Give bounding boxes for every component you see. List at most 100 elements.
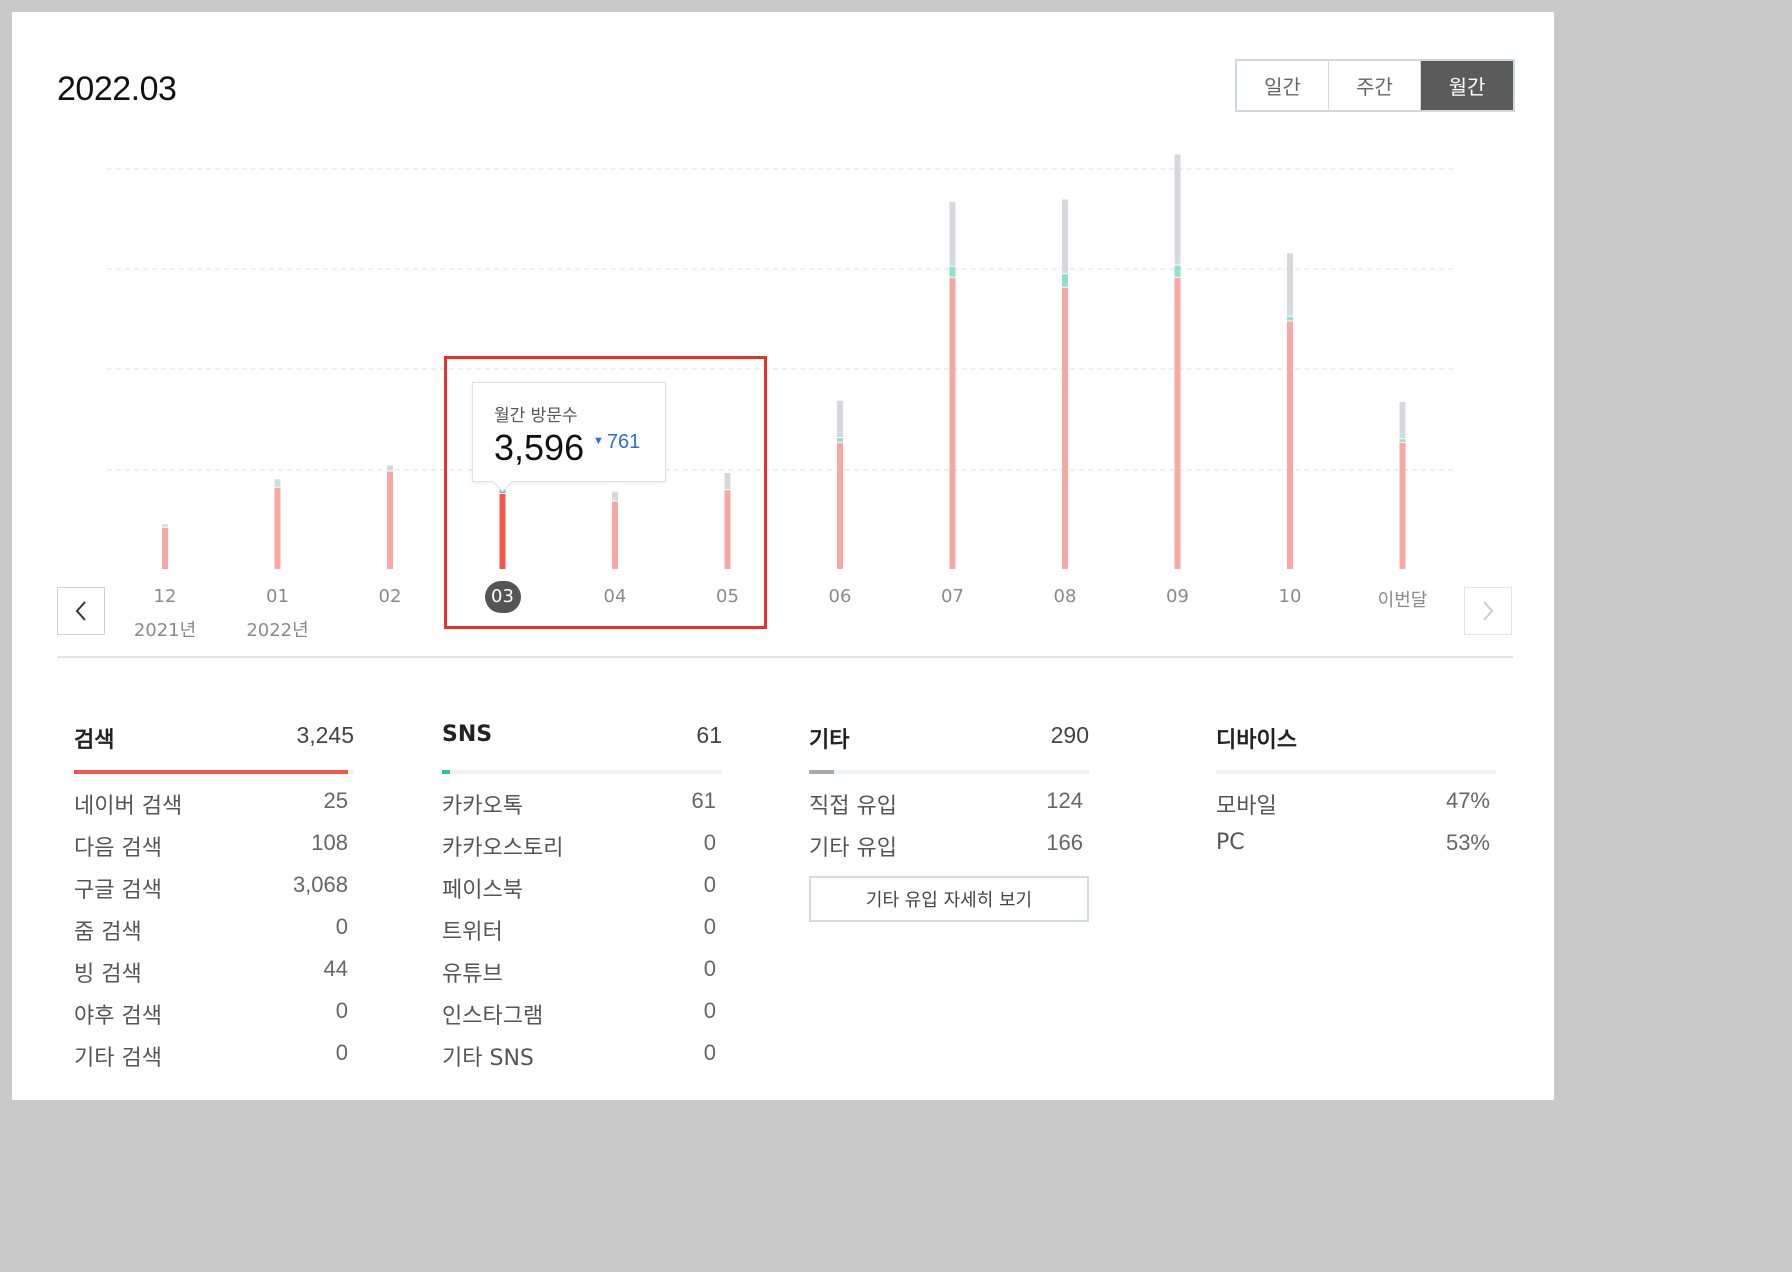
bar-segment[interactable] bbox=[387, 465, 393, 471]
bar-segment[interactable] bbox=[837, 442, 843, 569]
bar-segment[interactable] bbox=[1287, 316, 1293, 321]
list-item: 인스타그램 0 bbox=[442, 998, 722, 1040]
x-tick-text: 02 bbox=[378, 586, 402, 607]
bar-segment[interactable] bbox=[1062, 287, 1068, 569]
x-tick-text: 07 bbox=[941, 586, 964, 607]
bar-segment[interactable] bbox=[837, 438, 843, 442]
list-item: 기타 SNS 0 bbox=[442, 1040, 722, 1082]
next-period-button[interactable] bbox=[1464, 587, 1512, 635]
section-total: 290 bbox=[1050, 722, 1089, 748]
bar-segment[interactable] bbox=[1287, 321, 1293, 570]
chevron-right-icon bbox=[1483, 601, 1494, 621]
tooltip-delta-value: 761 bbox=[606, 431, 641, 453]
x-tick-text: 06 bbox=[828, 586, 852, 607]
tooltip-value: 3,596 bbox=[494, 427, 585, 468]
section-name: 검색 bbox=[74, 728, 115, 753]
bar-segment[interactable] bbox=[1174, 265, 1181, 277]
bar-segment[interactable] bbox=[1062, 199, 1068, 274]
section-bar bbox=[1216, 770, 1496, 774]
item-value: 47% bbox=[1445, 788, 1490, 813]
x-tick-label[interactable]: 07 bbox=[903, 586, 1003, 607]
section-bar bbox=[442, 770, 722, 774]
other-inflow-detail-button[interactable]: 기타 유입 자세히 보기 bbox=[809, 876, 1089, 922]
list-item: 다음 검색 108 bbox=[74, 830, 354, 872]
section-total: 61 bbox=[696, 722, 722, 748]
bar-segment[interactable] bbox=[387, 471, 393, 570]
item-value: 124 bbox=[1046, 788, 1083, 813]
item-label: 직접 유입 bbox=[809, 794, 897, 819]
item-value: 0 bbox=[703, 872, 716, 897]
item-value: 0 bbox=[703, 956, 716, 981]
other-section: 기타 290 직접 유입 124 기타 유입 166 기타 유입 자세히 보기 bbox=[809, 722, 1089, 922]
section-bar bbox=[74, 770, 354, 774]
sns-section: SNS 61 카카오톡 61 카카오스토리 0 페이스북 0 트위터 0 유튜브 0 인스타그램 0 기타… bbox=[442, 722, 722, 1082]
x-tick-label[interactable]: 02 bbox=[340, 586, 440, 607]
bar-segment[interactable] bbox=[162, 524, 168, 527]
section-bar-fill bbox=[809, 770, 835, 774]
bar-segment[interactable] bbox=[949, 266, 956, 277]
list-item: 카카오스토리 0 bbox=[442, 830, 722, 872]
item-label: 기타 검색 bbox=[74, 1046, 162, 1071]
list-item: 카카오톡 61 bbox=[442, 788, 722, 830]
item-value: 0 bbox=[335, 998, 348, 1023]
item-label: 트위터 bbox=[442, 920, 503, 945]
x-tick-text: 10 bbox=[1278, 586, 1302, 607]
bar-segment[interactable] bbox=[1399, 439, 1406, 442]
bar-segment[interactable] bbox=[1287, 253, 1293, 316]
x-tick-label[interactable]: 06 bbox=[790, 586, 890, 607]
visits-tooltip: 월간 방문수 3,596 ▼ 761 bbox=[472, 382, 666, 482]
item-label: 줌 검색 bbox=[74, 920, 142, 945]
list-item: 빙 검색 44 bbox=[74, 956, 354, 998]
list-item: 네이버 검색 25 bbox=[74, 788, 354, 830]
item-label: 유튜브 bbox=[442, 962, 503, 987]
section-bar-fill bbox=[74, 770, 349, 774]
item-value: 0 bbox=[335, 1040, 348, 1065]
item-label: 구글 검색 bbox=[74, 878, 162, 903]
x-tick-label[interactable]: 12 bbox=[115, 586, 215, 607]
x-tick-label[interactable]: 10 bbox=[1240, 586, 1340, 607]
list-item: 트위터 0 bbox=[442, 914, 722, 956]
item-value: 44 bbox=[323, 956, 348, 981]
bar-segment[interactable] bbox=[1399, 402, 1406, 439]
x-tick-text: 12 bbox=[153, 586, 177, 607]
section-name: 디바이스 bbox=[1216, 728, 1297, 753]
bar-segment[interactable] bbox=[274, 487, 281, 569]
x-tick-text: 이번달 bbox=[1377, 590, 1428, 611]
bar-segment[interactable] bbox=[949, 277, 956, 569]
item-label: 카카오톡 bbox=[442, 794, 523, 819]
x-tick-text: 01 bbox=[266, 586, 289, 607]
bar-segment[interactable] bbox=[1399, 442, 1406, 569]
list-item: 야후 검색 0 bbox=[74, 998, 354, 1040]
bar-segment[interactable] bbox=[1174, 154, 1181, 265]
device-section: 디바이스 모바일 47% PC 53% bbox=[1216, 722, 1496, 872]
item-value: 61 bbox=[691, 788, 716, 813]
list-item: 기타 유입 166 bbox=[809, 830, 1089, 872]
list-item: 페이스북 0 bbox=[442, 872, 722, 914]
bar-segment[interactable] bbox=[1174, 277, 1181, 569]
x-tick-label[interactable]: 이번달 bbox=[1353, 586, 1453, 612]
bar-segment[interactable] bbox=[949, 202, 956, 266]
item-label: PC bbox=[1216, 830, 1245, 855]
bar-segment[interactable] bbox=[1062, 274, 1068, 287]
bar-segment[interactable] bbox=[162, 527, 168, 569]
item-label: 다음 검색 bbox=[74, 836, 162, 861]
x-tick-label[interactable]: 09 bbox=[1128, 586, 1228, 607]
item-label: 페이스북 bbox=[442, 878, 523, 903]
bar-segment[interactable] bbox=[837, 400, 843, 437]
prev-period-button[interactable] bbox=[57, 587, 105, 635]
item-value: 108 bbox=[311, 830, 348, 855]
search-section: 검색 3,245 네이버 검색 25 다음 검색 108 구글 검색 3,068 줌 검색 0 빙… bbox=[74, 722, 354, 1082]
bar-segment[interactable] bbox=[274, 479, 281, 487]
item-value: 53% bbox=[1445, 830, 1490, 855]
item-label: 모바일 bbox=[1216, 794, 1277, 819]
chevron-left-icon bbox=[75, 601, 86, 621]
item-value: 25 bbox=[323, 788, 348, 813]
item-value: 0 bbox=[703, 914, 716, 939]
x-tick-label[interactable]: 08 bbox=[1015, 586, 1115, 607]
divider bbox=[57, 656, 1513, 658]
x-tick-label[interactable]: 01 bbox=[228, 586, 328, 607]
list-item: 기타 검색 0 bbox=[74, 1040, 354, 1082]
list-item: 줌 검색 0 bbox=[74, 914, 354, 956]
tooltip-delta: ▼ 761 bbox=[593, 431, 640, 454]
item-label: 네이버 검색 bbox=[74, 794, 183, 819]
